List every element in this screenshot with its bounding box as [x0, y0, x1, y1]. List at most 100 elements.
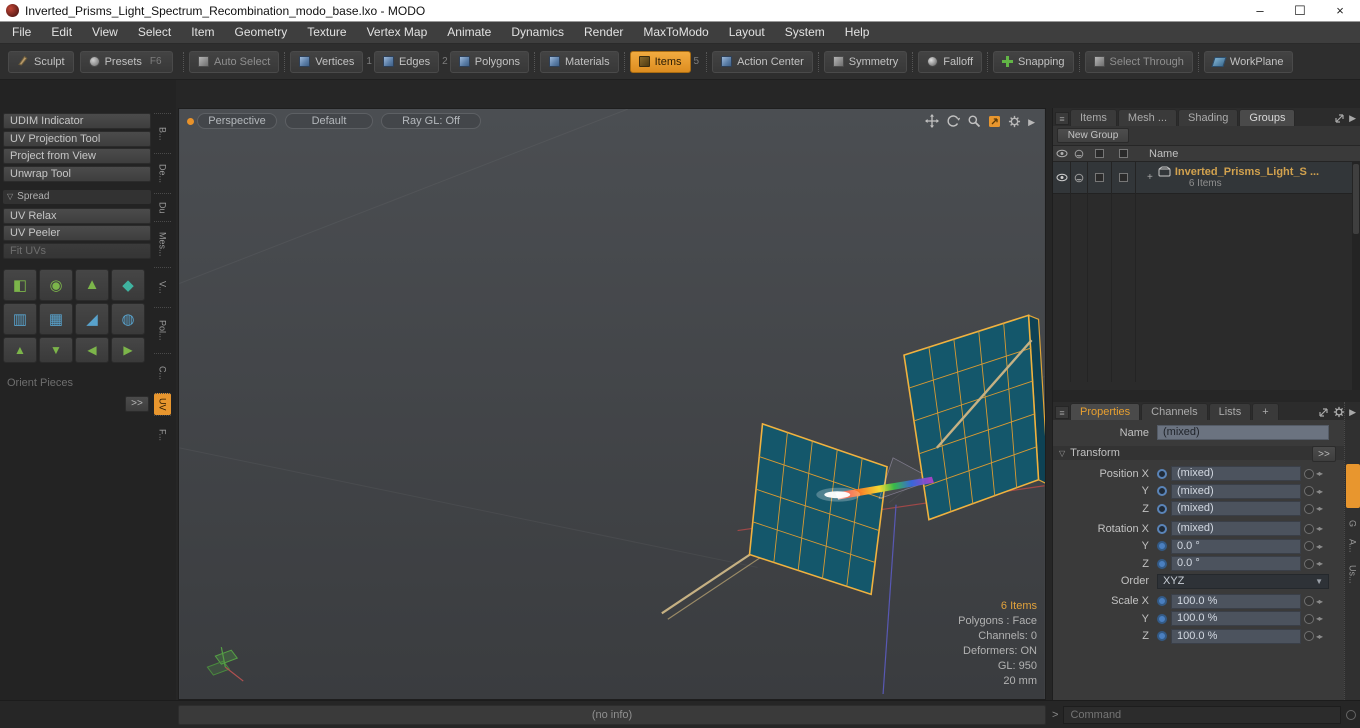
- group-item-row[interactable]: + Inverted_Prisms_Light_S ... 6 Items: [1053, 162, 1360, 194]
- workplane-button[interactable]: WorkPlane: [1203, 50, 1293, 73]
- mini-slider-arrows[interactable]: ◂▸: [1316, 559, 1323, 568]
- menu-file[interactable]: File: [2, 22, 41, 43]
- sculpt-button[interactable]: Sculpt: [8, 50, 74, 73]
- viewport-3d-scene[interactable]: [179, 109, 1045, 699]
- edges-mode-button[interactable]: Edges: [373, 50, 440, 73]
- action-center-button[interactable]: Action Center: [712, 50, 813, 73]
- mini-slider-arrows[interactable]: ◂▸: [1316, 504, 1323, 513]
- falloff-button[interactable]: Falloff: [918, 50, 983, 73]
- move-right-button[interactable]: ▶: [111, 336, 145, 363]
- uv-relax-button[interactable]: UV Relax: [3, 207, 151, 224]
- form-tab-indicator[interactable]: [1345, 464, 1360, 508]
- group-item-name[interactable]: Inverted_Prisms_Light_S ...: [1175, 166, 1319, 178]
- close-button[interactable]: ×: [1320, 0, 1360, 21]
- value-field[interactable]: 100.0 %: [1171, 628, 1301, 644]
- symmetry-button[interactable]: Symmetry: [823, 50, 908, 73]
- uv-cylinder-button[interactable]: ▥: [3, 302, 37, 335]
- name-column-header[interactable]: Name: [1149, 148, 1178, 160]
- menu-select[interactable]: Select: [128, 22, 181, 43]
- keyframe-circle[interactable]: [1304, 613, 1314, 624]
- keyframe-circle[interactable]: [1304, 468, 1314, 479]
- orbit-icon[interactable]: [946, 114, 961, 131]
- vtab-du[interactable]: Du: [154, 193, 171, 221]
- viewport-menu-arrow-icon[interactable]: ▶: [1028, 117, 1035, 128]
- channel-toggle[interactable]: [1157, 558, 1167, 569]
- keyframe-circle[interactable]: [1304, 631, 1314, 641]
- panel-divider[interactable]: [1053, 390, 1360, 402]
- vtab-c[interactable]: C...: [154, 353, 171, 393]
- items-mode-button[interactable]: Items: [629, 50, 691, 73]
- tab-channels[interactable]: Channels: [1141, 403, 1208, 420]
- mini-slider-arrows[interactable]: ◂▸: [1316, 469, 1323, 478]
- vtab-pol[interactable]: Pol...: [154, 307, 171, 353]
- value-field[interactable]: (mixed): [1171, 501, 1301, 516]
- keyframe-circle[interactable]: [1304, 503, 1314, 514]
- panel-expand-icon[interactable]: [1318, 407, 1329, 418]
- maximize-button[interactable]: ☐: [1280, 0, 1320, 21]
- menu-help[interactable]: Help: [835, 22, 880, 43]
- keyframe-circle[interactable]: [1304, 596, 1314, 606]
- value-field[interactable]: (mixed): [1171, 521, 1301, 536]
- tab-shading[interactable]: Shading: [1178, 109, 1239, 126]
- mini-slider-arrows[interactable]: ◂▸: [1316, 524, 1323, 533]
- menu-layout[interactable]: Layout: [719, 22, 775, 43]
- udim-indicator-button[interactable]: UDIM Indicator: [3, 113, 151, 129]
- panel-arrow-icon[interactable]: ▶: [1349, 113, 1356, 124]
- menu-vertex-map[interactable]: Vertex Map: [357, 22, 438, 43]
- channel-toggle[interactable]: [1157, 541, 1167, 551]
- new-group-button[interactable]: New Group: [1057, 128, 1129, 143]
- properties-more-button[interactable]: >>: [1312, 446, 1336, 462]
- uv-triangle-button[interactable]: ◢: [75, 302, 109, 335]
- vtab-us[interactable]: Us...: [1348, 565, 1358, 584]
- value-field[interactable]: 100.0 %: [1171, 593, 1301, 609]
- uv-projection-tool-button[interactable]: UV Projection Tool: [3, 130, 151, 147]
- vertices-mode-button[interactable]: Vertices: [290, 50, 364, 73]
- transform-section-header[interactable]: ▽ Transform: [1053, 446, 1344, 460]
- command-input[interactable]: [1063, 706, 1341, 724]
- value-field[interactable]: 0.0 °: [1171, 538, 1301, 554]
- move-up-button[interactable]: ▲: [3, 336, 37, 363]
- item-visibility-eye-icon[interactable]: [1053, 173, 1070, 182]
- menu-render[interactable]: Render: [574, 22, 633, 43]
- keyframe-circle[interactable]: [1304, 541, 1314, 551]
- item-lock-checkbox[interactable]: [1111, 173, 1135, 182]
- vtab-v[interactable]: V...: [154, 267, 171, 307]
- item-name-field[interactable]: (mixed): [1157, 425, 1329, 440]
- menu-geometry[interactable]: Geometry: [225, 22, 298, 43]
- value-field[interactable]: (mixed): [1171, 466, 1301, 481]
- move-left-button[interactable]: ◀: [75, 336, 109, 363]
- viewport-gear-icon[interactable]: [1008, 115, 1021, 131]
- tab-groups[interactable]: Groups: [1239, 109, 1296, 126]
- keyframe-circle[interactable]: [1304, 523, 1314, 534]
- item-paint-icon[interactable]: [1070, 173, 1087, 183]
- spread-section-header[interactable]: ▽ Spread: [3, 189, 151, 204]
- command-history-icon[interactable]: [1346, 710, 1356, 720]
- minimize-button[interactable]: –: [1240, 0, 1280, 21]
- maximize-viewport-icon[interactable]: [988, 115, 1001, 131]
- mini-slider-arrows[interactable]: ◂▸: [1316, 597, 1323, 606]
- tab-add[interactable]: +: [1252, 403, 1279, 420]
- raygl-dropdown[interactable]: Ray GL: Off: [381, 113, 481, 129]
- channel-toggle[interactable]: [1157, 613, 1167, 624]
- menu-maxtomodo[interactable]: MaxToModo: [633, 22, 718, 43]
- expand-item-icon[interactable]: +: [1147, 172, 1153, 183]
- snapping-button[interactable]: Snapping: [993, 50, 1074, 73]
- menu-dynamics[interactable]: Dynamics: [501, 22, 574, 43]
- uv-rotate-button[interactable]: ◉: [39, 268, 73, 301]
- uv-mirror-button[interactable]: ▲: [75, 268, 109, 301]
- materials-mode-button[interactable]: Materials: [540, 50, 619, 73]
- vtab-b[interactable]: B...: [154, 113, 171, 153]
- mini-slider-arrows[interactable]: ◂▸: [1316, 487, 1323, 496]
- order-dropdown[interactable]: XYZ ▼: [1157, 573, 1329, 589]
- mini-slider-arrows[interactable]: ◂▸: [1316, 542, 1323, 551]
- polygons-mode-button[interactable]: Polygons: [449, 50, 529, 73]
- tab-properties[interactable]: Properties: [1070, 403, 1141, 420]
- uv-grid-button[interactable]: ▦: [39, 302, 73, 335]
- uv-peeler-button[interactable]: UV Peeler: [3, 225, 151, 241]
- value-field[interactable]: 0.0 °: [1171, 556, 1301, 571]
- move-down-button[interactable]: ▼: [39, 336, 73, 363]
- panel-menu-icon[interactable]: ≡: [1055, 406, 1069, 419]
- tab-items[interactable]: Items: [1070, 109, 1117, 126]
- auto-select-button[interactable]: Auto Select: [189, 50, 280, 73]
- select-through-button[interactable]: Select Through: [1084, 50, 1193, 73]
